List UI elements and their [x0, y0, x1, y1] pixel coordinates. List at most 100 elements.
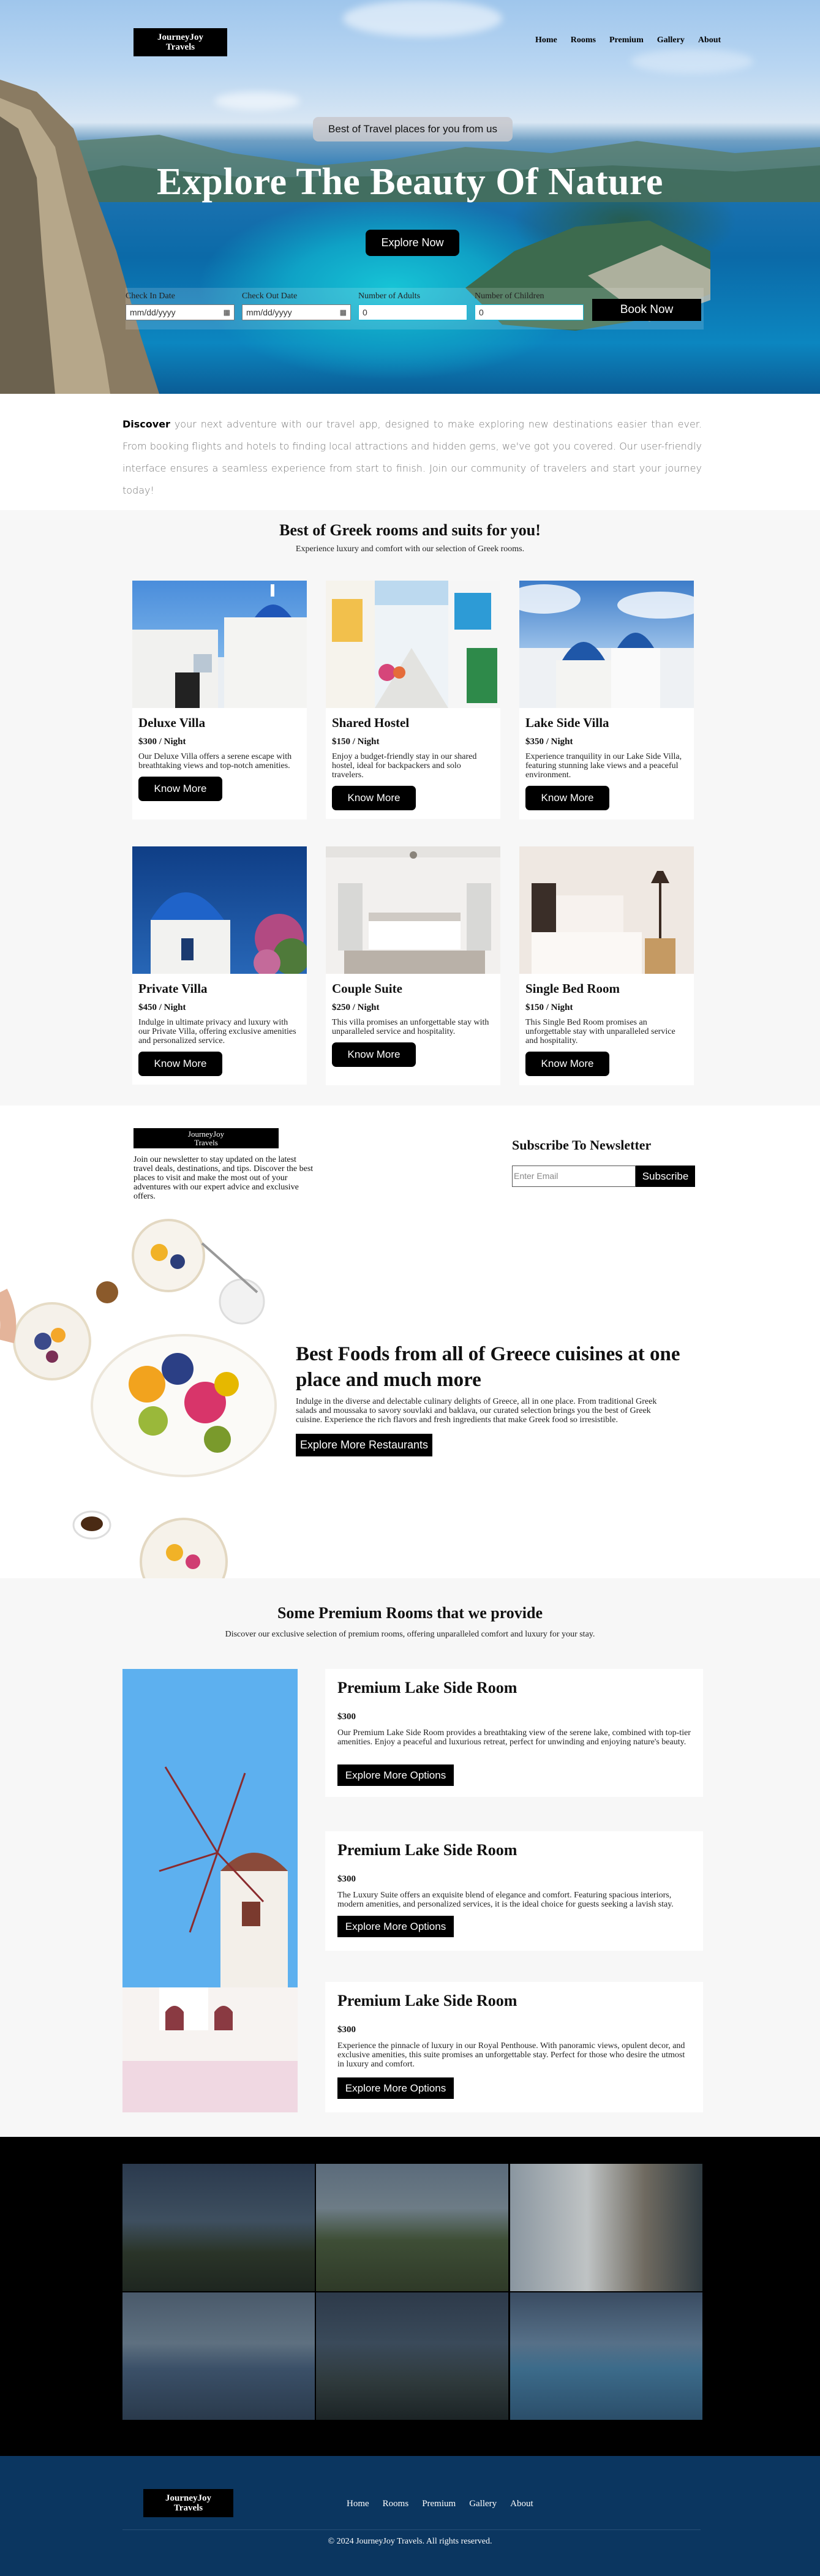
room-card: Single Bed Room $150 / Night This Single…	[519, 846, 694, 1085]
footer-link-gallery[interactable]: Gallery	[469, 2499, 497, 2509]
brand-logo[interactable]: JourneyJoy Travels	[134, 28, 227, 56]
explore-more-options-button[interactable]: Explore More Options	[337, 1916, 454, 1937]
premium-section: Some Premium Rooms that we provide Disco…	[0, 1578, 820, 2137]
room-description: This villa promises an unforgettable sta…	[332, 1018, 489, 1036]
premium-room-card: Premium Lake Side Room $300 Experience t…	[325, 1982, 703, 2112]
room-card: Deluxe Villa $300 / Night Our Deluxe Vil…	[132, 581, 307, 819]
explore-now-button[interactable]: Explore Now	[366, 230, 459, 256]
hero-section: JourneyJoy Travels Home Rooms Premium Ga…	[0, 0, 820, 394]
hero-tagline: Best of Travel places for you from us	[313, 117, 513, 141]
gallery-image[interactable]	[316, 2292, 508, 2420]
copyright-text: © 2024 JourneyJoy Travels. All rights re…	[328, 2537, 492, 2546]
nav-link-home[interactable]: Home	[535, 36, 557, 45]
email-input[interactable]: Enter Email	[512, 1166, 636, 1187]
know-more-button[interactable]: Know More	[525, 786, 609, 810]
book-now-button[interactable]: Book Now	[592, 299, 701, 321]
room-image-deluxe-villa	[132, 581, 307, 708]
room-name: Shared Hostel	[332, 715, 410, 730]
premium-room-description: Experience the pinnacle of luxury in our…	[337, 2041, 685, 2069]
footer-link-premium[interactable]: Premium	[422, 2499, 456, 2509]
footer-link-rooms[interactable]: Rooms	[383, 2499, 409, 2509]
premium-room-name: Premium Lake Side Room	[337, 1679, 517, 1697]
room-image-single-bed-room	[519, 846, 694, 974]
adults-input[interactable]: 0	[358, 304, 467, 320]
gallery-image[interactable]	[316, 2164, 508, 2291]
room-description: This Single Bed Room promises an unforge…	[525, 1018, 675, 1045]
explore-more-options-button[interactable]: Explore More Options	[337, 2077, 454, 2099]
room-price: $300 / Night	[138, 737, 186, 747]
newsletter-description: Join our newsletter to stay updated on t…	[134, 1155, 314, 1201]
foods-description: Indulge in the diverse and delectable cu…	[296, 1397, 657, 1425]
logo-line-1: JourneyJoy	[157, 32, 203, 42]
room-image-shared-hostel	[326, 581, 500, 708]
know-more-button[interactable]: Know More	[332, 786, 416, 810]
children-field: Number of Children 0	[475, 292, 584, 320]
premium-room-name: Premium Lake Side Room	[337, 1841, 517, 1859]
premium-room-card: Premium Lake Side Room $300 The Luxury S…	[325, 1831, 703, 1951]
nav-link-about[interactable]: About	[698, 36, 721, 45]
footer-link-home[interactable]: Home	[347, 2499, 369, 2509]
nav-link-gallery[interactable]: Gallery	[657, 36, 685, 45]
footer-logo[interactable]: JourneyJoy Travels	[143, 2489, 233, 2517]
gallery-image[interactable]	[510, 2164, 702, 2291]
checkout-input[interactable]: mm/dd/yyyy ▦	[242, 304, 351, 320]
gallery-image[interactable]	[122, 2164, 315, 2291]
explore-more-options-button[interactable]: Explore More Options	[337, 1764, 454, 1786]
explore-restaurants-button[interactable]: Explore More Restaurants	[296, 1434, 432, 1456]
logo-line-2: Travels	[173, 2503, 203, 2513]
children-label: Number of Children	[475, 292, 544, 301]
rooms-title: Best of Greek rooms and suits for you!	[279, 521, 541, 539]
checkin-value: mm/dd/yyyy	[130, 307, 176, 317]
room-name: Private Villa	[138, 981, 208, 996]
gallery-image[interactable]	[122, 2292, 315, 2420]
footer-link-about[interactable]: About	[510, 2499, 533, 2509]
room-description: Enjoy a budget-friendly stay in our shar…	[332, 752, 477, 780]
logo-line-2: Travels	[165, 42, 195, 52]
checkin-input[interactable]: mm/dd/yyyy ▦	[126, 304, 235, 320]
discover-paragraph: Discover your next adventure with our tr…	[122, 413, 702, 502]
calendar-icon[interactable]: ▦	[340, 308, 347, 317]
windmill-image	[122, 1669, 298, 2112]
room-description: Our Deluxe Villa offers a serene escape …	[138, 752, 292, 770]
know-more-button[interactable]: Know More	[332, 1042, 416, 1067]
logo-line-2: Travels	[194, 1137, 218, 1147]
checkin-label: Check In Date	[126, 292, 175, 301]
premium-room-price: $300	[337, 2025, 356, 2035]
room-card: Shared Hostel $150 / Night Enjoy a budge…	[326, 581, 500, 819]
room-name: Deluxe Villa	[138, 715, 206, 730]
nav-link-premium[interactable]: Premium	[609, 36, 644, 45]
room-name: Lake Side Villa	[525, 715, 609, 730]
premium-room-card: Premium Lake Side Room $300 Our Premium …	[325, 1669, 703, 1797]
premium-room-price: $300	[337, 1874, 356, 1884]
booking-search-form: Check In Date mm/dd/yyyy ▦ Check Out Dat…	[126, 288, 704, 330]
gallery-image[interactable]	[510, 2292, 702, 2420]
room-name: Couple Suite	[332, 981, 402, 996]
discover-lead: Discover	[122, 418, 170, 430]
discover-text: your next adventure with our travel app,…	[122, 418, 702, 496]
newsletter-logo[interactable]: JourneyJoy Travels	[134, 1128, 279, 1148]
subscribe-button[interactable]: Subscribe	[636, 1166, 695, 1187]
know-more-button[interactable]: Know More	[525, 1052, 609, 1076]
checkout-field: Check Out Date mm/dd/yyyy ▦	[242, 292, 351, 320]
rooms-section: Best of Greek rooms and suits for you! E…	[0, 510, 820, 1105]
know-more-button[interactable]: Know More	[138, 777, 222, 801]
logo-line-1: JourneyJoy	[165, 2493, 211, 2503]
adults-value: 0	[363, 307, 367, 317]
room-image-private-villa	[132, 846, 307, 974]
newsletter-title: Subscribe To Newsletter	[512, 1137, 652, 1153]
premium-title: Some Premium Rooms that we provide	[277, 1604, 543, 1622]
know-more-button[interactable]: Know More	[138, 1052, 222, 1076]
children-input[interactable]: 0	[475, 304, 584, 320]
logo-line-1: JourneyJoy	[187, 1129, 225, 1139]
gallery-section	[0, 2137, 820, 2456]
room-price: $350 / Night	[525, 737, 573, 747]
footer-links: Home Rooms Premium Gallery About	[347, 2499, 533, 2509]
room-card: Couple Suite $250 / Night This villa pro…	[326, 846, 500, 1085]
room-image-lake-side-villa	[519, 581, 694, 708]
foods-title: Best Foods from all of Greece cuisines a…	[296, 1343, 680, 1391]
newsletter-section: JourneyJoy Travels Join our newsletter t…	[0, 1105, 820, 1219]
nav-link-rooms[interactable]: Rooms	[571, 36, 596, 45]
calendar-icon[interactable]: ▦	[224, 308, 230, 317]
room-price: $450 / Night	[138, 1003, 186, 1012]
checkout-label: Check Out Date	[242, 292, 298, 301]
